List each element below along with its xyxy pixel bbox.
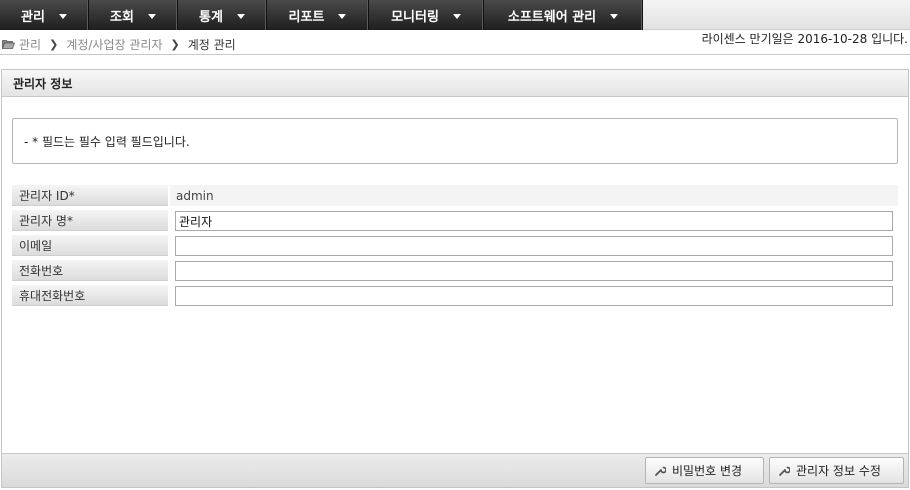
- admin-id-label: 관리자 ID*: [12, 185, 168, 206]
- caret-down-icon: [58, 14, 67, 19]
- nav-menu-report[interactable]: 리포트: [267, 0, 369, 30]
- license-expiry-text: 라이센스 만기일은 2016-10-28 입니다.: [701, 32, 908, 46]
- email-label: 이메일: [12, 235, 168, 256]
- mobile-label: 휴대전화번호: [12, 285, 168, 306]
- breadcrumb: 관리 ❯ 계정/사업장 관리자 ❯ 계정 관리: [2, 35, 236, 53]
- change-password-button[interactable]: 비밀번호 변경: [645, 457, 764, 484]
- form-row-admin-id: 관리자 ID* admin: [12, 183, 898, 208]
- nav-menu-software[interactable]: 소프트웨어 관리: [484, 0, 643, 30]
- caret-down-icon: [236, 14, 245, 19]
- change-password-label: 비밀번호 변경: [672, 464, 743, 478]
- email-input[interactable]: [175, 236, 893, 256]
- phone-label: 전화번호: [12, 260, 168, 281]
- wrench-icon: [655, 466, 666, 476]
- breadcrumb-item-account[interactable]: 계정/사업장 관리자: [66, 36, 162, 53]
- form-row-email: 이메일: [12, 233, 898, 258]
- admin-name-input[interactable]: [175, 211, 893, 231]
- nav-menu-monitoring[interactable]: 모니터링: [369, 0, 484, 30]
- nav-menu-label: 관리: [21, 9, 45, 25]
- nav-menu-search[interactable]: 조회: [89, 0, 178, 30]
- nav-menu-label: 리포트: [288, 9, 325, 25]
- form-row-mobile: 휴대전화번호: [12, 283, 898, 308]
- top-nav-bar: 관리 조회 통계 리포트 모니터링 소프트웨어 관리: [0, 0, 910, 30]
- wrench-icon: [779, 466, 790, 476]
- form-row-admin-name: 관리자 명*: [12, 208, 898, 233]
- nav-menu-label: 조회: [110, 9, 134, 25]
- admin-name-label: 관리자 명*: [12, 210, 168, 231]
- form-row-phone: 전화번호: [12, 258, 898, 283]
- chevron-right-icon: ❯: [170, 37, 180, 51]
- panel-footer: 비밀번호 변경 관리자 정보 수정: [2, 453, 908, 487]
- nav-menu-manage[interactable]: 관리: [0, 0, 89, 30]
- phone-input[interactable]: [175, 261, 893, 281]
- required-field-notice: - * 필드는 필수 입력 필드입니다.: [12, 118, 898, 164]
- nav-menu-label: 소프트웨어 관리: [507, 9, 597, 25]
- breadcrumb-item-manage[interactable]: 관리: [19, 36, 41, 53]
- admin-info-form: 관리자 ID* admin 관리자 명* 이메일 전화번호 휴대전화번호: [12, 183, 898, 308]
- breadcrumb-item-current: 계정 관리: [187, 37, 236, 52]
- edit-admin-info-button[interactable]: 관리자 정보 수정: [769, 457, 904, 484]
- nav-menu-stats[interactable]: 통계: [178, 0, 267, 30]
- caret-down-icon: [147, 14, 156, 19]
- folder-open-icon: [2, 40, 15, 49]
- admin-info-panel: 관리자 정보 - * 필드는 필수 입력 필드입니다. 관리자 ID* admi…: [1, 69, 909, 488]
- nav-menu-label: 통계: [199, 9, 223, 25]
- caret-down-icon: [452, 14, 461, 19]
- nav-menu-label: 모니터링: [391, 9, 439, 25]
- breadcrumb-divider: [0, 54, 910, 55]
- edit-admin-info-label: 관리자 정보 수정: [796, 464, 881, 478]
- panel-title: 관리자 정보: [2, 70, 908, 97]
- caret-down-icon: [610, 14, 619, 19]
- chevron-right-icon: ❯: [49, 37, 59, 51]
- caret-down-icon: [338, 14, 347, 19]
- mobile-input[interactable]: [175, 286, 893, 306]
- nav-bar-filler: [643, 0, 910, 30]
- admin-id-value: admin: [170, 185, 898, 206]
